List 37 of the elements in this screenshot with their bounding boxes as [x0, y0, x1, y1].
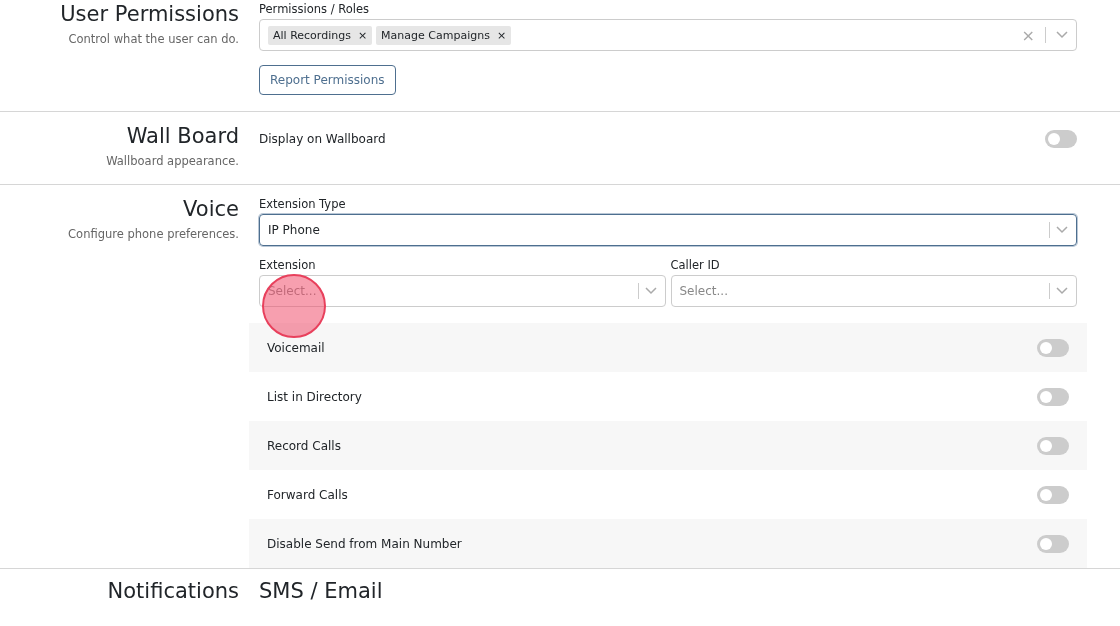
toggle-label: Forward Calls — [267, 487, 348, 502]
field-label: Extension — [259, 258, 317, 272]
remove-tag-icon[interactable]: × — [496, 28, 507, 42]
report-permissions-button[interactable]: Report Permissions — [259, 65, 396, 95]
remove-tag-icon[interactable]: × — [357, 28, 368, 42]
toggle-switch[interactable] — [1037, 387, 1069, 406]
subsection-title: SMS / Email — [259, 579, 384, 603]
permissions-select[interactable]: All Recordings × Manage Campaigns × × — [259, 19, 1077, 51]
toggle-label: Disable Send from Main Number — [267, 536, 462, 551]
click-indicator — [262, 274, 326, 338]
chevron-down-icon[interactable] — [1056, 226, 1068, 234]
toggle-label: Record Calls — [267, 438, 341, 453]
field-label: Caller ID — [670, 258, 721, 272]
toggle-label: Voicemail — [267, 340, 325, 355]
role-tag: Manage Campaigns × — [376, 25, 512, 45]
toggle-switch[interactable] — [1045, 130, 1077, 148]
toggle-switch[interactable] — [1037, 436, 1069, 455]
field-label: Permissions / Roles — [259, 2, 370, 16]
toggle-label: Display on Wallboard — [259, 132, 386, 146]
toggle-switch[interactable] — [1037, 534, 1069, 553]
field-label: Extension Type — [259, 197, 347, 211]
role-tag: All Recordings × — [268, 25, 373, 45]
section-description: Configure phone preferences. — [68, 227, 239, 241]
chevron-down-icon[interactable] — [1056, 287, 1068, 295]
section-title: Notifications — [107, 579, 239, 603]
section-title: User Permissions — [60, 2, 239, 26]
section-title: Wall Board — [126, 124, 239, 148]
toggle-label: List in Directory — [267, 389, 362, 404]
extension-type-select[interactable]: IP Phone — [259, 214, 1077, 246]
toggle-switch[interactable] — [1037, 338, 1069, 357]
chevron-down-icon[interactable] — [644, 287, 657, 295]
section-description: Control what the user can do. — [68, 32, 239, 46]
section-description: Wallboard appearance. — [106, 154, 239, 168]
chevron-down-icon[interactable] — [1056, 31, 1068, 39]
toggle-switch[interactable] — [1037, 485, 1069, 504]
select-field[interactable]: Select... — [670, 275, 1077, 307]
section-title: Voice — [183, 197, 239, 221]
